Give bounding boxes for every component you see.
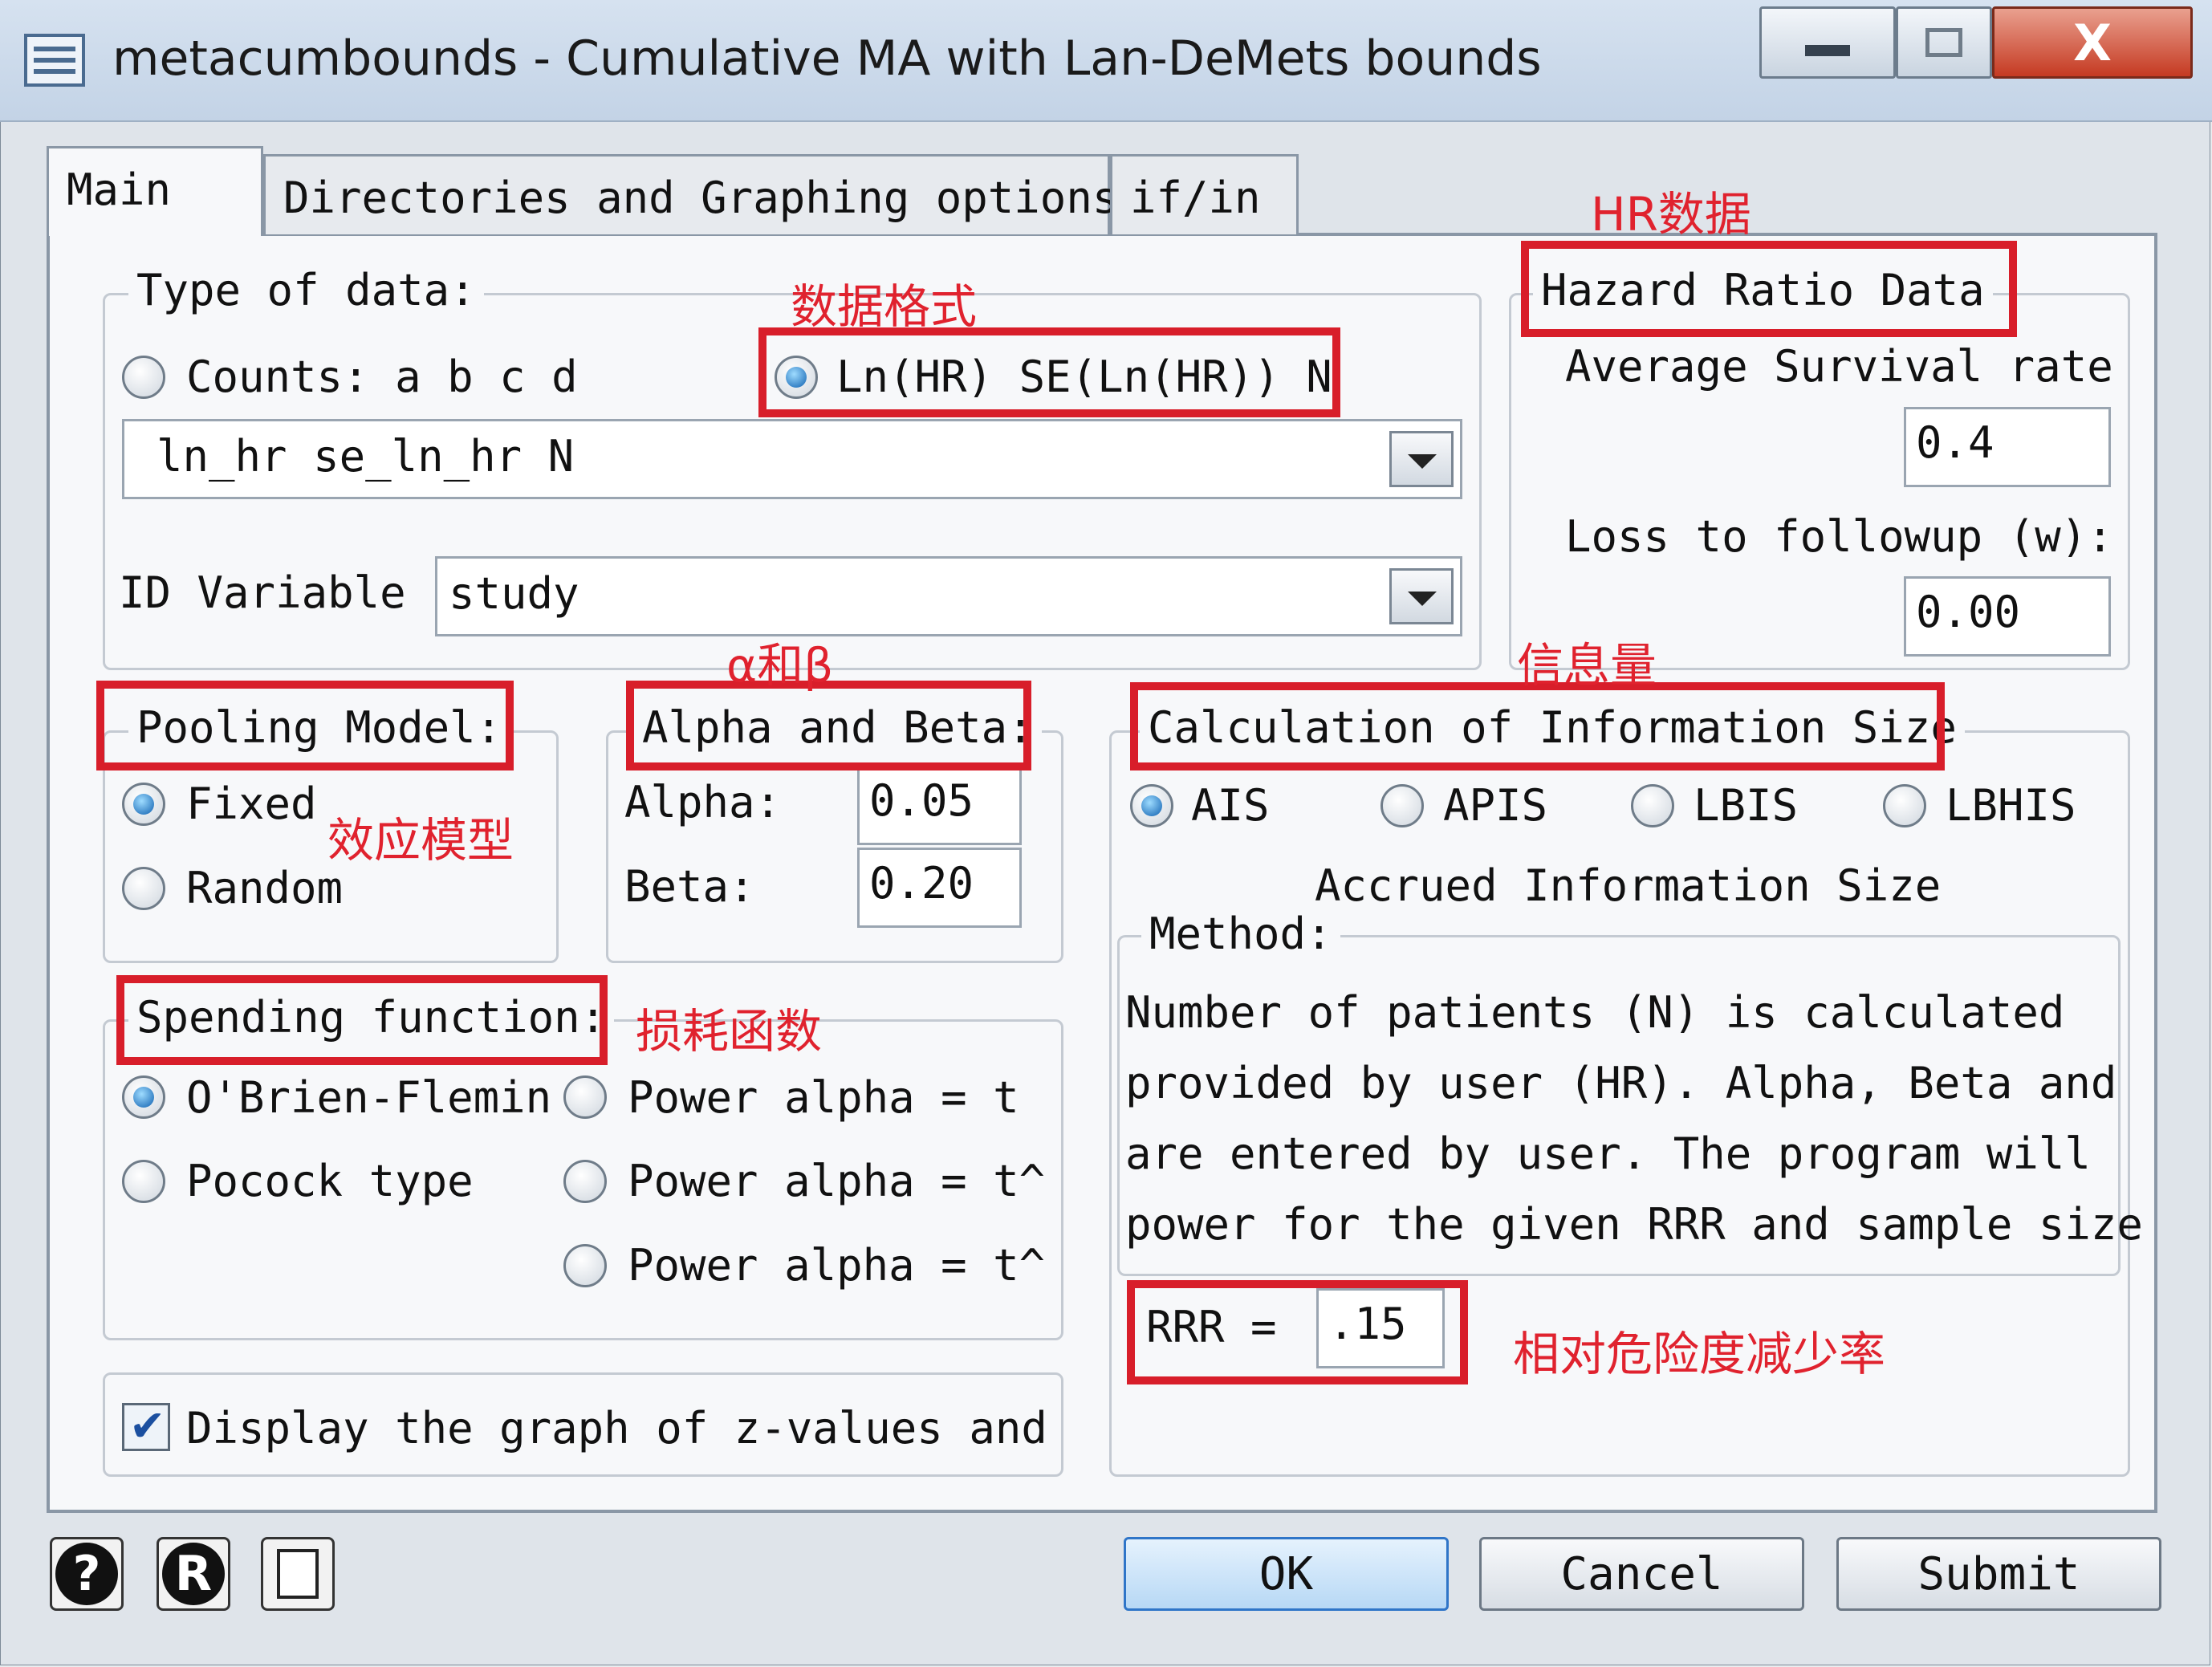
accrued-information-caption: Accrued Information Size <box>1315 860 1942 911</box>
minimize-button[interactable] <box>1759 6 1896 79</box>
maximize-icon <box>1925 28 1962 57</box>
method-label: Method: <box>1141 909 1340 959</box>
method-line-2: provided by user (HR). Alpha, Beta and <box>1125 1058 2117 1108</box>
close-button[interactable]: X <box>1992 6 2193 79</box>
app-icon <box>24 34 85 87</box>
tab-directories-graphing[interactable]: Directories and Graphing options <box>263 154 1118 234</box>
variables-value: ln_hr se_ln_hr N <box>157 431 575 482</box>
obrien-fleming-label: O'Brien-Flemin <box>186 1072 552 1123</box>
fixed-label: Fixed <box>186 779 317 829</box>
pocock-label: Pocock type <box>186 1156 474 1206</box>
variables-combobox[interactable]: ln_hr se_ln_hr N <box>122 419 1462 499</box>
minimize-icon <box>1805 45 1850 56</box>
annotation-information: 信息量 <box>1517 638 1657 693</box>
ais-label: AIS <box>1191 780 1270 831</box>
power-1-label: Power alpha = t <box>628 1072 1019 1123</box>
alpha-input[interactable]: 0.05 <box>857 765 1022 845</box>
survival-rate-label: Average Survival rate <box>1565 341 2113 392</box>
annotation-rrr: 相对危险度减少率 <box>1513 1327 1886 1381</box>
annotation-hr-data: HR数据 <box>1591 187 1751 242</box>
display-graph-label: Display the graph of z-values and <box>186 1403 1047 1454</box>
survival-rate-input[interactable]: 0.4 <box>1904 407 2111 487</box>
radio-lbhis[interactable] <box>1883 784 1926 827</box>
window-title: metacumbounds - Cumulative MA with Lan-D… <box>112 30 1542 87</box>
cancel-button[interactable]: Cancel <box>1479 1537 1804 1611</box>
radio-counts[interactable] <box>122 356 165 399</box>
radio-fixed[interactable] <box>122 783 165 826</box>
submit-button[interactable]: Submit <box>1836 1537 2161 1611</box>
annotation-box-information-size <box>1130 682 1945 770</box>
maximize-button[interactable] <box>1896 6 1992 79</box>
power-2-label: Power alpha = t^ <box>628 1156 1046 1206</box>
annotation-effect-model: 效应模型 <box>327 813 514 868</box>
r-info-icon[interactable]: R <box>157 1537 230 1611</box>
beta-label: Beta: <box>624 861 755 912</box>
radio-power-3[interactable] <box>563 1244 607 1287</box>
tab-if-in[interactable]: if/in <box>1110 154 1299 234</box>
loss-followup-label: Loss to followup (w): <box>1565 511 2113 562</box>
annotation-box-pooling <box>96 681 514 770</box>
annotation-box-hazard-ratio <box>1521 241 2017 337</box>
apis-label: APIS <box>1443 780 1548 831</box>
annotation-box-data-format <box>758 327 1340 417</box>
alpha-label: Alpha: <box>624 777 782 827</box>
id-variable-value: study <box>449 568 579 619</box>
method-line-3: are entered by user. The program will <box>1125 1128 2091 1179</box>
method-line-4: power for the given RRR and sample size <box>1125 1199 2143 1250</box>
radio-pocock[interactable] <box>122 1160 165 1203</box>
power-3-label: Power alpha = t^ <box>628 1240 1046 1291</box>
annotation-alpha-beta: α和β <box>726 638 834 693</box>
annotation-data-format: 数据格式 <box>791 279 978 334</box>
radio-obrien-fleming[interactable] <box>122 1075 165 1119</box>
annotation-spending: 损耗函数 <box>636 1004 823 1059</box>
random-label: Random <box>186 863 344 913</box>
display-graph-checkbox[interactable] <box>122 1401 170 1451</box>
copy-icon[interactable] <box>261 1537 335 1611</box>
radio-random[interactable] <box>122 867 165 910</box>
loss-followup-input[interactable]: 0.00 <box>1904 576 2111 657</box>
annotation-box-rrr <box>1127 1280 1468 1384</box>
ok-button[interactable]: OK <box>1124 1537 1449 1611</box>
radio-ais[interactable] <box>1130 784 1173 827</box>
counts-label: Counts: a b c d <box>186 352 578 402</box>
method-line-1: Number of patients (N) is calculated <box>1125 987 2065 1038</box>
lbhis-label: LBHIS <box>1946 780 2076 831</box>
lbis-label: LBIS <box>1694 780 1799 831</box>
help-icon[interactable]: ? <box>50 1537 124 1611</box>
annotation-box-spending <box>116 975 608 1065</box>
radio-power-1[interactable] <box>563 1075 607 1119</box>
radio-apis[interactable] <box>1380 784 1424 827</box>
type-of-data-label: Type of data: <box>128 265 484 315</box>
chevron-down-icon[interactable] <box>1389 431 1454 487</box>
id-variable-combobox[interactable]: study <box>435 556 1462 636</box>
tab-main[interactable]: Main <box>47 146 263 236</box>
chevron-down-icon[interactable] <box>1389 568 1454 624</box>
beta-input[interactable]: 0.20 <box>857 848 1022 928</box>
radio-lbis[interactable] <box>1631 784 1674 827</box>
radio-power-2[interactable] <box>563 1160 607 1203</box>
close-icon: X <box>2073 13 2112 72</box>
id-variable-label: ID Variable <box>119 567 406 618</box>
